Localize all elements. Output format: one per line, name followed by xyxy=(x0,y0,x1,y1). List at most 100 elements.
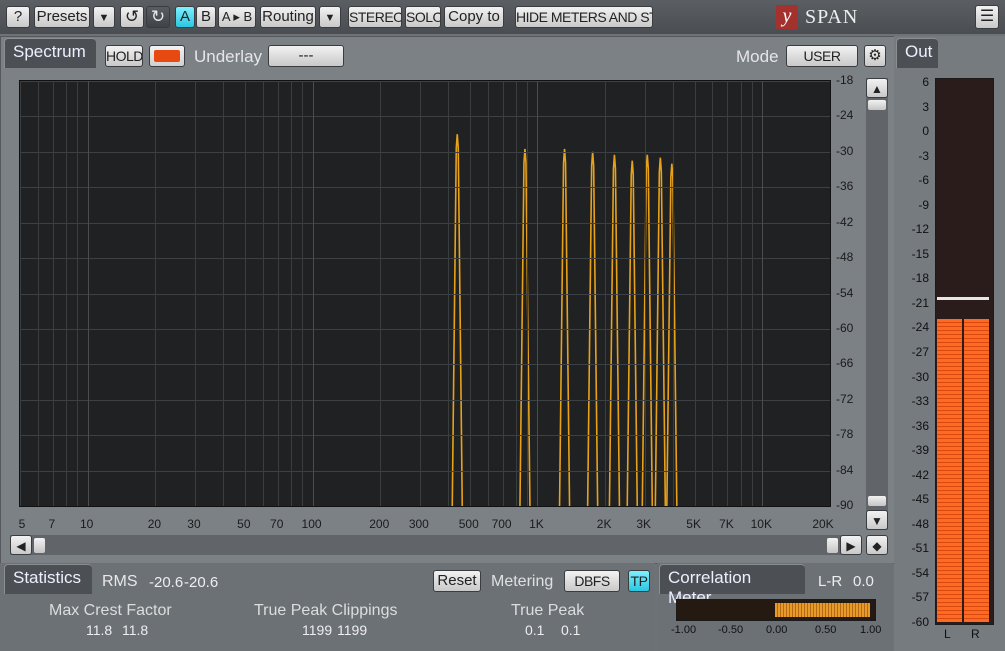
spectrum-color-button[interactable] xyxy=(149,45,185,67)
y-tick-label: -36 xyxy=(836,179,854,194)
grid-line-v xyxy=(195,81,196,506)
x-tick-label: 20K xyxy=(812,517,834,531)
x-tick-label: 3K xyxy=(636,517,652,531)
channel-label-l: L xyxy=(944,627,951,641)
corr-scale-4: 0.50 xyxy=(815,624,837,636)
x-tick-label: 700 xyxy=(491,517,512,531)
vertical-scroll-handle-bottom[interactable] xyxy=(868,496,886,506)
spectrum-plot[interactable] xyxy=(19,80,831,507)
meter-scale-label: -36 xyxy=(911,418,929,433)
hold-button[interactable]: HOLD xyxy=(105,45,143,67)
true-peak-toggle[interactable]: TP xyxy=(628,570,650,592)
settings-button[interactable]: ⚙ xyxy=(864,45,886,67)
correlation-fill xyxy=(775,603,870,617)
meter-scale-label: 0 xyxy=(922,124,929,139)
grid-line-h xyxy=(20,116,830,117)
grid-line-h xyxy=(20,152,830,153)
grid-line-v xyxy=(712,81,713,506)
gear-icon: ⚙ xyxy=(868,47,882,64)
crest-factor-label: Max Crest Factor xyxy=(49,602,172,619)
meter-scale-label: 3 xyxy=(922,99,929,114)
grid-line-v xyxy=(380,81,381,506)
horizontal-scroll-handle-right[interactable] xyxy=(827,538,838,553)
corr-scale-2: -0.50 xyxy=(718,624,744,636)
routing-dropdown-button[interactable]: ▼ xyxy=(319,6,341,28)
tab-correlation-meter[interactable]: Correlation Meter xyxy=(659,564,805,607)
y-tick-label: -72 xyxy=(836,391,854,406)
color-swatch xyxy=(154,50,180,62)
horizontal-scroll-handle-left[interactable] xyxy=(34,538,45,553)
clippings-r-value: 1199 xyxy=(337,622,368,638)
scroll-right-button[interactable]: ▶ xyxy=(840,535,862,555)
y-tick-label: -78 xyxy=(836,427,854,442)
grid-line-v xyxy=(470,81,471,506)
mode-select[interactable]: USER xyxy=(786,45,858,67)
tab-out[interactable]: Out xyxy=(896,38,938,68)
grid-line-v xyxy=(605,81,606,506)
grid-line-h xyxy=(20,471,830,472)
menu-button[interactable]: ☰ xyxy=(975,5,999,29)
hamburger-icon: ☰ xyxy=(979,8,995,25)
grid-line-v xyxy=(88,81,89,506)
reset-zoom-button[interactable]: ◆ xyxy=(866,535,888,555)
solo-button[interactable]: SOLO xyxy=(405,6,441,28)
grid-line-v xyxy=(752,81,753,506)
y-tick-label: -84 xyxy=(836,462,854,477)
spectrum-peak xyxy=(451,134,464,506)
spectrum-peak xyxy=(626,160,639,506)
lr-label: L-R xyxy=(818,573,843,590)
grid-line-v xyxy=(503,81,504,506)
stereo-button[interactable]: STEREO xyxy=(348,6,402,28)
tab-statistics[interactable]: Statistics xyxy=(4,564,92,594)
scroll-down-button[interactable]: ▼ xyxy=(866,510,888,530)
y-tick-label: -90 xyxy=(836,498,854,512)
horizontal-scrollbar[interactable] xyxy=(10,535,860,555)
metering-select[interactable]: DBFS xyxy=(564,570,620,592)
hide-meters-button[interactable]: HIDE METERS AND STATS xyxy=(515,6,653,28)
grid-line-h xyxy=(20,364,830,365)
meter-scale-label: -9 xyxy=(918,197,929,212)
grid-line-h xyxy=(20,329,830,330)
reset-button[interactable]: Reset xyxy=(433,570,481,592)
scroll-up-button[interactable]: ▲ xyxy=(866,78,888,98)
true-peak-label: True Peak xyxy=(511,602,585,619)
x-tick-label: 2K xyxy=(596,517,612,531)
underlay-select[interactable]: --- xyxy=(268,45,344,67)
tab-spectrum[interactable]: Spectrum xyxy=(4,38,96,68)
routing-button[interactable]: Routing xyxy=(260,6,316,28)
meter-scale-label: -48 xyxy=(911,516,929,531)
ab-a-button[interactable]: A xyxy=(175,6,195,28)
vertical-scrollbar[interactable] xyxy=(866,78,888,530)
grid-line-v xyxy=(263,81,264,506)
y-tick-label: -48 xyxy=(836,250,854,265)
y-tick-label: -54 xyxy=(836,285,854,300)
meter-scale-label: -21 xyxy=(911,295,929,310)
underlay-label: Underlay xyxy=(194,47,263,66)
grid-line-v xyxy=(155,81,156,506)
ab-copy-button[interactable]: A ▸ B xyxy=(218,6,256,28)
presets-button[interactable]: Presets xyxy=(34,6,90,28)
triangle-left-icon: ◀ xyxy=(16,539,26,553)
scroll-left-button[interactable]: ◀ xyxy=(10,535,32,555)
grid-line-v xyxy=(53,81,54,506)
copy-to-button[interactable]: Copy to xyxy=(444,6,504,28)
ab-b-button[interactable]: B xyxy=(196,6,216,28)
presets-dropdown-button[interactable]: ▼ xyxy=(93,6,115,28)
rms-r-value: -20.6 xyxy=(184,574,219,591)
grid-line-v xyxy=(727,81,728,506)
x-tick-label: 1K xyxy=(529,517,544,531)
help-button[interactable]: ? xyxy=(6,6,30,28)
meter-scale-label: -3 xyxy=(918,148,929,163)
spectrum-peak xyxy=(608,154,621,506)
chevron-down-icon: ▼ xyxy=(98,12,110,24)
meter-scale-label: -12 xyxy=(911,222,929,237)
x-tick-label: 50 xyxy=(237,517,251,531)
undo-button[interactable]: ↺ xyxy=(120,6,144,28)
x-tick-label: 20 xyxy=(147,517,162,531)
grid-line-h xyxy=(20,223,830,224)
redo-button[interactable]: ↻ xyxy=(146,6,170,28)
vertical-scroll-handle-top[interactable] xyxy=(868,100,886,110)
grid-line-v xyxy=(673,81,674,506)
y-tick-label: -42 xyxy=(836,214,854,229)
x-tick-label: 100 xyxy=(301,517,322,531)
